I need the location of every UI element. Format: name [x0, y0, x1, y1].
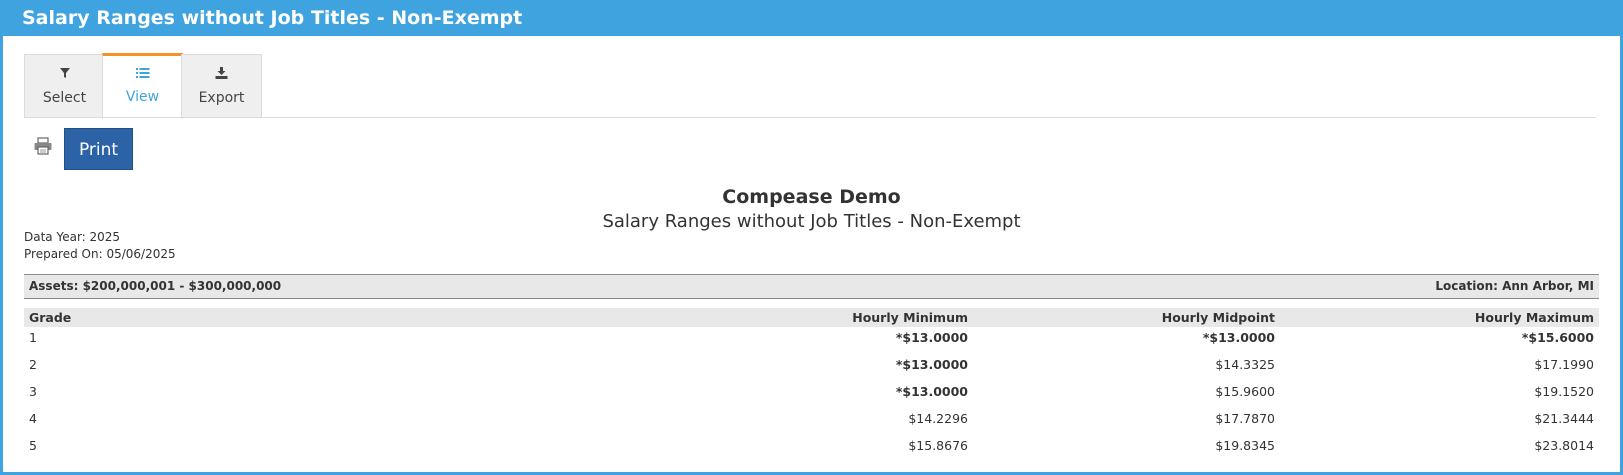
- company-name: Compease Demo: [722, 186, 901, 208]
- tab-export[interactable]: Export: [181, 54, 262, 118]
- cell-min: $15.8676: [908, 438, 968, 453]
- cell-max: $17.1990: [1534, 357, 1594, 372]
- data-year: Data Year: 2025: [24, 230, 121, 244]
- filter-icon: [25, 67, 104, 81]
- list-icon: [103, 67, 182, 81]
- table-row: 1 *$13.0000 *$13.0000 *$15.6000: [24, 324, 1599, 352]
- table-row: 3 *$13.0000 $15.9600 $19.1520: [24, 378, 1599, 406]
- group-header: Assets: $200,000,001 - $300,000,000 Loca…: [24, 274, 1599, 299]
- cell-max: $21.3444: [1534, 411, 1594, 426]
- window-title: Salary Ranges without Job Titles - Non-E…: [0, 0, 1623, 36]
- tab-view[interactable]: View: [102, 53, 183, 119]
- cell-grade: 4: [29, 411, 37, 426]
- cell-mid: *$13.0000: [1202, 330, 1275, 345]
- tab-select-label: Select: [42, 90, 87, 106]
- cell-mid: $15.9600: [1215, 384, 1275, 399]
- table-row: 2 *$13.0000 $14.3325 $17.1990: [24, 351, 1599, 379]
- cell-grade: 5: [29, 438, 37, 453]
- cell-max: *$15.6000: [1521, 330, 1594, 345]
- prepared-on: Prepared On: 05/06/2025: [24, 247, 176, 261]
- cell-min: $14.2296: [908, 411, 968, 426]
- cell-grade: 3: [29, 384, 37, 399]
- cell-min: *$13.0000: [895, 330, 968, 345]
- location: Location: Ann Arbor, MI: [1435, 279, 1594, 293]
- cell-mid: $19.8345: [1215, 438, 1275, 453]
- cell-min: *$13.0000: [895, 384, 968, 399]
- assets-range: Assets: $200,000,001 - $300,000,000: [29, 279, 282, 293]
- tab-export-label: Export: [198, 90, 245, 106]
- tab-select[interactable]: Select: [24, 54, 105, 118]
- cell-mid: $14.3325: [1215, 357, 1275, 372]
- tab-view-label: View: [125, 89, 160, 105]
- table-row: 5 $15.8676 $19.8345 $23.8014: [24, 432, 1599, 460]
- cell-grade: 2: [29, 357, 37, 372]
- printer-icon[interactable]: [33, 136, 53, 156]
- table-row: 4 $14.2296 $17.7870 $21.3444: [24, 405, 1599, 433]
- tab-divider: [24, 117, 1596, 118]
- cell-max: $23.8014: [1534, 438, 1594, 453]
- cell-grade: 1: [29, 330, 37, 345]
- download-icon: [182, 67, 261, 81]
- cell-max: $19.1520: [1534, 384, 1594, 399]
- cell-mid: $17.7870: [1215, 411, 1275, 426]
- report-title: Salary Ranges without Job Titles - Non-E…: [602, 211, 1021, 232]
- cell-min: *$13.0000: [895, 357, 968, 372]
- print-button[interactable]: Print: [64, 128, 133, 170]
